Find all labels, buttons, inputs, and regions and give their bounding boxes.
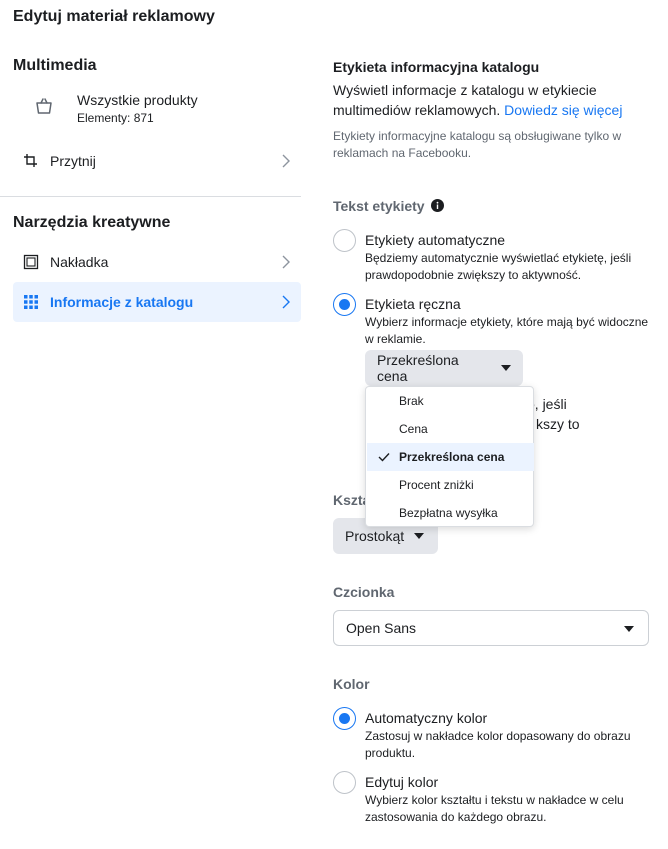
menu-item-strikethrough-price[interactable]: Przekreślona cena	[367, 443, 534, 471]
color-heading: Kolor	[333, 676, 370, 692]
divider	[0, 196, 301, 197]
label-text-heading-text: Tekst etykiety	[333, 198, 425, 214]
manual-label-radio[interactable]	[333, 293, 356, 316]
menu-item-none[interactable]: Brak	[367, 387, 534, 415]
auto-label-radio[interactable]	[333, 229, 356, 252]
catalog-item-title: Wszystkie produkty	[77, 92, 198, 108]
font-heading: Czcionka	[333, 584, 395, 600]
label-type-menu: Brak Cena Przekreślona cena Procent zniż…	[365, 386, 534, 527]
section-heading: Etykieta informacyjna katalogu	[333, 59, 540, 75]
sidebar-item-crop[interactable]: Przytnij	[13, 141, 301, 181]
grid-dots-icon	[23, 294, 39, 315]
creative-tools-heading: Narzędzia kreatywne	[13, 214, 171, 231]
label-type-value: Przekreślona cena	[377, 352, 459, 384]
page-title: Edytuj materiał reklamowy	[13, 8, 215, 25]
chevron-right-icon	[281, 295, 291, 314]
edit-color-title: Edytuj kolor	[365, 774, 439, 790]
multimedia-heading: Multimedia	[13, 57, 97, 74]
menu-item-label: Cena	[399, 422, 428, 436]
auto-label-title: Etykiety automatyczne	[365, 232, 506, 248]
chevron-right-icon	[281, 154, 291, 173]
manual-label-description: Wybierz informacje etykiety, które mają …	[365, 315, 649, 346]
menu-item-label: Procent zniżki	[399, 478, 474, 492]
menu-item-price[interactable]: Cena	[367, 415, 534, 443]
label-text-heading: Tekst etykiety	[333, 198, 445, 215]
sidebar-item-overlay[interactable]: Nakładka	[13, 242, 301, 282]
sidebar-item-catalog-info[interactable]: Informacje z katalogu	[13, 282, 301, 322]
learn-more-link[interactable]: Dowiedz się więcej	[504, 102, 622, 118]
manual-label-title: Etykieta ręczna	[365, 296, 461, 312]
font-value: Open Sans	[346, 620, 417, 636]
caret-down-icon	[414, 533, 425, 539]
sidebar-item-label: Nakładka	[50, 254, 109, 270]
menu-item-label: Brak	[399, 394, 424, 408]
menu-item-label: Bezpłatna wysyłka	[399, 506, 498, 520]
auto-label-description: Będziemy automatycznie wyświetlać etykie…	[365, 251, 632, 282]
auto-color-description: Zastosuj w nakładce kolor dopasowany do …	[365, 729, 631, 760]
edit-color-radio[interactable]	[333, 771, 356, 794]
catalog-item-count: Elementy: 871	[77, 111, 154, 125]
label-type-dropdown[interactable]: Przekreślona cena	[365, 350, 523, 386]
catalog-item[interactable]: Wszystkie produkty Elementy: 871	[30, 86, 300, 132]
hidden-text-2: kszy to	[536, 416, 580, 432]
edit-color-description: Wybierz kolor kształtu i tekstu w nakład…	[365, 793, 624, 824]
crop-icon	[23, 153, 39, 174]
shape-value: Prostokąt	[345, 528, 405, 544]
support-note: Etykiety informacyjne katalogu są obsług…	[333, 129, 622, 160]
menu-item-discount-percent[interactable]: Procent zniżki	[367, 471, 534, 499]
caret-down-icon	[624, 626, 634, 632]
auto-color-title: Automatyczny kolor	[365, 710, 488, 726]
caret-down-icon	[501, 365, 511, 371]
section-description: Wyświetl informacje z katalogu w etykiec…	[333, 80, 653, 120]
info-icon[interactable]	[431, 199, 445, 215]
font-select[interactable]: Open Sans	[333, 610, 649, 646]
shopping-bag-icon	[34, 96, 54, 121]
menu-item-label: Przekreślona cena	[399, 450, 505, 464]
checkmark-icon	[378, 451, 390, 465]
auto-color-radio[interactable]	[333, 707, 356, 730]
sidebar-item-label: Informacje z katalogu	[50, 294, 194, 310]
overlay-frame-icon	[23, 254, 39, 275]
sidebar-item-label: Przytnij	[50, 153, 96, 169]
chevron-right-icon	[281, 255, 291, 274]
menu-item-free-shipping[interactable]: Bezpłatna wysyłka	[367, 499, 534, 527]
